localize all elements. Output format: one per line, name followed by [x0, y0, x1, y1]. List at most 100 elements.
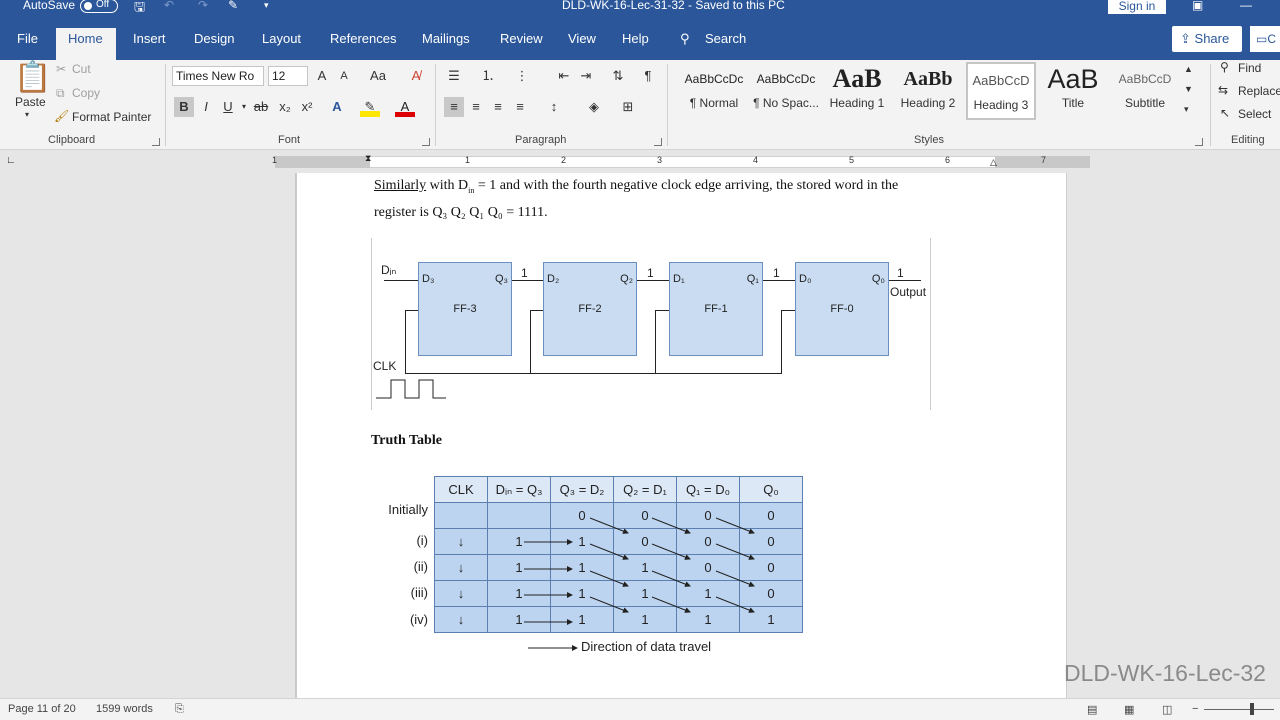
page-count[interactable]: Page 11 of 20	[8, 703, 76, 715]
bold-button[interactable]: B	[174, 97, 194, 117]
paste-dropdown-icon[interactable]: ▾	[25, 110, 29, 119]
show-marks-icon[interactable]: ¶	[638, 66, 658, 86]
increase-indent-icon[interactable]: ⇥	[576, 66, 596, 86]
undo-icon[interactable]: ↶	[164, 0, 174, 12]
style-heading-2[interactable]: AaBb Heading 2	[894, 62, 962, 120]
customize-qat-icon[interactable]: ▾	[264, 0, 269, 11]
find-icon[interactable]: ⚲	[1220, 60, 1229, 74]
video-watermark: DLD-WK-16-Lec-32	[1064, 660, 1266, 686]
line-spacing-icon[interactable]: ↕	[544, 97, 564, 117]
tab-insert[interactable]: Insert	[133, 31, 166, 46]
word-count[interactable]: 1599 words	[96, 703, 153, 715]
multilevel-list-icon[interactable]: ⋮	[512, 66, 532, 86]
font-color-icon[interactable]: A	[395, 97, 415, 117]
paragraph-line-1[interactable]: Similarly with Din = 1 and with the four…	[374, 178, 898, 195]
select-icon[interactable]: ↖	[1220, 106, 1230, 120]
style-no-spacing[interactable]: AaBbCcDc ¶ No Spac...	[750, 62, 822, 120]
link-value: 1	[897, 266, 904, 280]
zoom-out-icon[interactable]: −	[1192, 703, 1198, 715]
paste-button[interactable]: Paste	[15, 95, 46, 109]
styles-more-icon[interactable]: ▾	[1184, 104, 1189, 115]
align-center-icon[interactable]: ≡	[466, 97, 486, 117]
tab-layout[interactable]: Layout	[262, 31, 301, 46]
sign-in-button[interactable]: Sign in	[1108, 0, 1166, 14]
indent-marker-icon[interactable]: ⧗	[365, 153, 371, 164]
print-layout-icon[interactable]: ▦	[1124, 703, 1134, 716]
redo-icon[interactable]: ↷	[198, 0, 208, 12]
paragraph-launcher-icon[interactable]	[654, 138, 662, 146]
proofing-icon[interactable]: ⎘	[175, 703, 184, 716]
shading-icon[interactable]: ◈	[584, 97, 604, 117]
web-layout-icon[interactable]: ◫	[1162, 703, 1172, 716]
replace-icon[interactable]: ⇆	[1218, 83, 1228, 97]
grow-font-button[interactable]: A	[312, 66, 332, 86]
cut-icon[interactable]: ✂	[56, 62, 66, 76]
borders-icon[interactable]: ⊞	[618, 97, 638, 117]
horizontal-ruler[interactable]: ∟ 1 1 2 3 4 5 6 7 ⧗ △	[0, 151, 1280, 173]
tab-file[interactable]: File	[17, 31, 38, 46]
tab-home[interactable]: Home	[68, 31, 103, 46]
search-box[interactable]: Search	[705, 31, 746, 46]
highlight-color-icon[interactable]: ✎	[360, 97, 380, 117]
din-label: Dᵢₙ	[381, 263, 397, 277]
search-icon[interactable]: ⚲	[680, 31, 690, 47]
format-painter-icon[interactable]: 🖌	[54, 109, 69, 123]
style-title[interactable]: AaB Title	[1038, 62, 1108, 120]
zoom-slider[interactable]	[1204, 709, 1274, 710]
read-mode-icon[interactable]: ▤	[1087, 703, 1097, 716]
styles-launcher-icon[interactable]	[1195, 138, 1203, 146]
decrease-indent-icon[interactable]: ⇤	[554, 66, 574, 86]
numbering-icon[interactable]: ⒈	[478, 66, 498, 86]
highlighter-icon[interactable]: ✎	[228, 0, 238, 12]
cut-button[interactable]: Cut	[72, 62, 91, 76]
style-subtitle[interactable]: AaBbCcD Subtitle	[1110, 62, 1180, 120]
clipboard-launcher-icon[interactable]	[152, 138, 160, 146]
style-heading-3[interactable]: AaBbCcD Heading 3	[966, 62, 1036, 120]
ruler-left-margin	[275, 156, 370, 168]
right-indent-marker-icon[interactable]: △	[990, 157, 997, 168]
style-heading-1[interactable]: AaB Heading 1	[822, 62, 892, 120]
tab-design[interactable]: Design	[194, 31, 234, 46]
shrink-font-button[interactable]: A	[334, 66, 354, 86]
justify-icon[interactable]: ≡	[510, 97, 530, 117]
subscript-icon[interactable]: x₂	[275, 97, 295, 117]
align-right-icon[interactable]: ≡	[488, 97, 508, 117]
paragraph-line-2[interactable]: register is Q₃ Q₂ Q₁ Q₀ = 1111.	[374, 205, 548, 221]
change-case-button[interactable]: Aa	[364, 66, 392, 86]
bullets-icon[interactable]: ☰	[444, 66, 464, 86]
zoom-slider-thumb[interactable]	[1250, 703, 1254, 715]
share-button[interactable]: ⇪ Share	[1172, 26, 1242, 52]
style-normal[interactable]: AaBbCcDc ¶ Normal	[678, 62, 750, 120]
styles-scroll-down-icon[interactable]: ▼	[1184, 84, 1193, 94]
tab-references[interactable]: References	[330, 31, 396, 46]
superscript-icon[interactable]: x²	[297, 97, 317, 117]
ribbon-display-icon[interactable]: ▣	[1192, 0, 1203, 12]
copy-button[interactable]: Copy	[72, 86, 100, 100]
select-button[interactable]: Select	[1238, 107, 1271, 121]
sort-icon[interactable]: ⇅	[608, 66, 628, 86]
strikethrough-button[interactable]: ab	[251, 97, 271, 117]
spelling-flagged-word[interactable]: Similarly	[374, 178, 426, 193]
copy-icon[interactable]: ⧉	[56, 86, 65, 101]
comments-button[interactable]: ▭C	[1250, 26, 1280, 52]
styles-scroll-up-icon[interactable]: ▲	[1184, 64, 1193, 74]
tab-selector-icon[interactable]: ∟	[6, 155, 16, 166]
tab-review[interactable]: Review	[500, 31, 543, 46]
align-left-icon[interactable]: ≡	[444, 97, 464, 117]
text-effects-icon[interactable]: A	[327, 97, 347, 117]
tab-help[interactable]: Help	[622, 31, 649, 46]
replace-button[interactable]: Replace	[1238, 84, 1280, 98]
tab-mailings[interactable]: Mailings	[422, 31, 470, 46]
find-button[interactable]: Find	[1238, 61, 1261, 75]
autosave-toggle[interactable]: Off	[80, 0, 118, 13]
font-size-combo[interactable]: 12	[268, 66, 308, 86]
font-launcher-icon[interactable]	[422, 138, 430, 146]
minimize-icon[interactable]: —	[1240, 0, 1252, 12]
clear-formatting-icon[interactable]: A̸	[406, 66, 426, 86]
font-name-combo[interactable]: Times New Ro	[172, 66, 264, 86]
paste-icon[interactable]: 📋	[14, 60, 51, 95]
italic-button[interactable]: I	[196, 97, 216, 117]
format-painter-button[interactable]: Format Painter	[72, 110, 151, 124]
truth-table-heading[interactable]: Truth Table	[371, 433, 442, 449]
tab-view[interactable]: View	[568, 31, 596, 46]
